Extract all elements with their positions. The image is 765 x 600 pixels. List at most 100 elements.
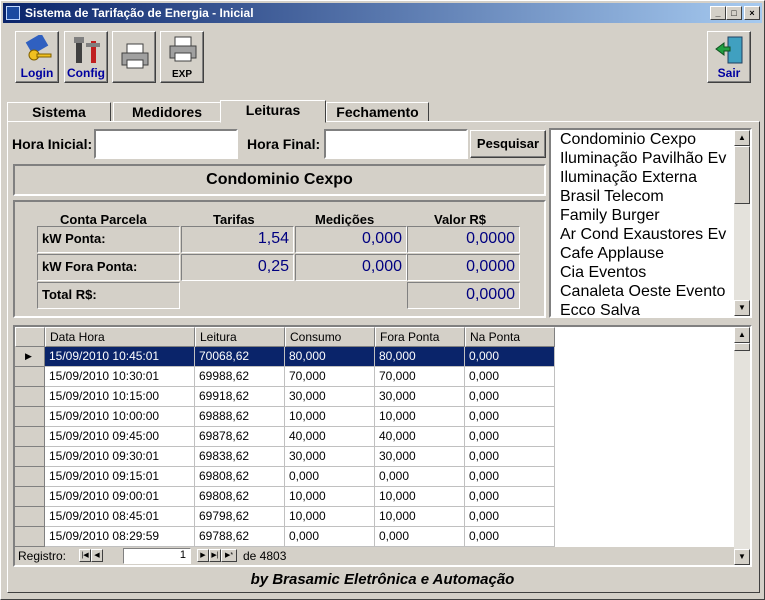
- cell-data-hora[interactable]: 15/09/2010 09:30:01: [45, 447, 195, 467]
- scroll-up-icon[interactable]: ▲: [734, 327, 750, 343]
- cell-consumo[interactable]: 40,000: [285, 427, 375, 447]
- print-button[interactable]: [112, 31, 156, 83]
- cell-data-hora[interactable]: 15/09/2010 10:45:01: [45, 347, 195, 367]
- col-header-data-hora[interactable]: Data Hora: [45, 327, 195, 347]
- cell-na-ponta[interactable]: 0,000: [465, 367, 555, 387]
- cell-leitura[interactable]: 69918,62: [195, 387, 285, 407]
- cell-na-ponta[interactable]: 0,000: [465, 507, 555, 527]
- new-record-icon[interactable]: ▶*: [221, 549, 237, 562]
- cell-consumo[interactable]: 30,000: [285, 387, 375, 407]
- tab-sistema[interactable]: Sistema: [7, 102, 111, 122]
- login-button[interactable]: Login: [15, 31, 59, 83]
- minimize-button[interactable]: _: [710, 6, 726, 20]
- cell-data-hora[interactable]: 15/09/2010 09:45:00: [45, 427, 195, 447]
- tab-medidores[interactable]: Medidores: [113, 102, 221, 122]
- scroll-down-icon[interactable]: ▼: [734, 300, 750, 316]
- cell-data-hora[interactable]: 15/09/2010 10:15:00: [45, 387, 195, 407]
- cell-consumo[interactable]: 0,000: [285, 527, 375, 547]
- row-indicator[interactable]: [15, 527, 45, 547]
- row-indicator[interactable]: [15, 487, 45, 507]
- first-record-icon[interactable]: |◀: [79, 549, 91, 562]
- next-record-icon[interactable]: ▶: [197, 549, 209, 562]
- cell-fora-ponta[interactable]: 0,000: [375, 467, 465, 487]
- cell-na-ponta[interactable]: 0,000: [465, 467, 555, 487]
- cell-leitura[interactable]: 69808,62: [195, 487, 285, 507]
- cell-leitura[interactable]: 69808,62: [195, 467, 285, 487]
- list-item[interactable]: Iluminação Pavilhão Ev: [551, 149, 735, 168]
- row-indicator[interactable]: [15, 427, 45, 447]
- cell-na-ponta[interactable]: 0,000: [465, 487, 555, 507]
- cell-consumo[interactable]: 0,000: [285, 467, 375, 487]
- cell-fora-ponta[interactable]: 30,000: [375, 447, 465, 467]
- col-header-leitura[interactable]: Leitura: [195, 327, 285, 347]
- cell-fora-ponta[interactable]: 40,000: [375, 427, 465, 447]
- row-indicator[interactable]: [15, 367, 45, 387]
- cell-data-hora[interactable]: 15/09/2010 08:45:01: [45, 507, 195, 527]
- list-item[interactable]: Iluminação Externa: [551, 168, 735, 187]
- cell-leitura[interactable]: 69888,62: [195, 407, 285, 427]
- cell-na-ponta[interactable]: 0,000: [465, 407, 555, 427]
- list-item[interactable]: Ar Cond Exaustores Ev: [551, 225, 735, 244]
- cell-na-ponta[interactable]: 0,000: [465, 447, 555, 467]
- scroll-thumb[interactable]: [734, 146, 750, 204]
- cell-consumo[interactable]: 80,000: [285, 347, 375, 367]
- scroll-down-icon[interactable]: ▼: [734, 549, 750, 565]
- list-item[interactable]: Ecco Salva: [551, 301, 735, 316]
- cell-na-ponta[interactable]: 0,000: [465, 387, 555, 407]
- grid-scrollbar[interactable]: ▲ ▼: [734, 327, 750, 565]
- last-record-icon[interactable]: ▶|: [209, 549, 221, 562]
- maximize-button[interactable]: □: [726, 6, 742, 20]
- cell-consumo[interactable]: 10,000: [285, 407, 375, 427]
- cell-data-hora[interactable]: 15/09/2010 10:00:00: [45, 407, 195, 427]
- cell-fora-ponta[interactable]: 30,000: [375, 387, 465, 407]
- meter-list-scrollbar[interactable]: ▲ ▼: [734, 130, 750, 316]
- hora-inicial-input[interactable]: [94, 129, 238, 159]
- tab-fechamento[interactable]: Fechamento: [326, 102, 429, 122]
- scroll-thumb[interactable]: [734, 343, 750, 351]
- cell-data-hora[interactable]: 15/09/2010 09:00:01: [45, 487, 195, 507]
- cell-leitura[interactable]: 69988,62: [195, 367, 285, 387]
- row-indicator[interactable]: [15, 407, 45, 427]
- cell-consumo[interactable]: 30,000: [285, 447, 375, 467]
- list-item[interactable]: Brasil Telecom: [551, 187, 735, 206]
- cell-leitura[interactable]: 69838,62: [195, 447, 285, 467]
- cell-fora-ponta[interactable]: 0,000: [375, 527, 465, 547]
- cell-consumo[interactable]: 10,000: [285, 487, 375, 507]
- row-indicator[interactable]: [15, 447, 45, 467]
- cell-data-hora[interactable]: 15/09/2010 09:15:01: [45, 467, 195, 487]
- cell-leitura[interactable]: 70068,62: [195, 347, 285, 367]
- cell-fora-ponta[interactable]: 80,000: [375, 347, 465, 367]
- list-item[interactable]: Cafe Applause: [551, 244, 735, 263]
- tab-leituras[interactable]: Leituras: [220, 100, 326, 123]
- cell-consumo[interactable]: 10,000: [285, 507, 375, 527]
- cell-fora-ponta[interactable]: 10,000: [375, 487, 465, 507]
- prev-record-icon[interactable]: ◀: [91, 549, 103, 562]
- col-header-fora-ponta[interactable]: Fora Ponta: [375, 327, 465, 347]
- meter-listbox[interactable]: Condominio Cexpo Iluminação Pavilhão Ev …: [549, 128, 752, 318]
- col-header-na-ponta[interactable]: Na Ponta: [465, 327, 555, 347]
- list-item[interactable]: Family Burger: [551, 206, 735, 225]
- cell-leitura[interactable]: 69878,62: [195, 427, 285, 447]
- row-indicator[interactable]: [15, 387, 45, 407]
- row-indicator[interactable]: [15, 467, 45, 487]
- cell-fora-ponta[interactable]: 10,000: [375, 507, 465, 527]
- cell-leitura[interactable]: 69788,62: [195, 527, 285, 547]
- cell-na-ponta[interactable]: 0,000: [465, 427, 555, 447]
- cell-consumo[interactable]: 70,000: [285, 367, 375, 387]
- hora-final-input[interactable]: [324, 129, 468, 159]
- list-item[interactable]: Canaleta Oeste Evento: [551, 282, 735, 301]
- cell-na-ponta[interactable]: 0,000: [465, 347, 555, 367]
- cell-data-hora[interactable]: 15/09/2010 10:30:01: [45, 367, 195, 387]
- cell-fora-ponta[interactable]: 70,000: [375, 367, 465, 387]
- record-number-input[interactable]: 1: [123, 548, 191, 564]
- list-item[interactable]: Condominio Cexpo: [551, 130, 735, 149]
- row-indicator[interactable]: [15, 507, 45, 527]
- scroll-up-icon[interactable]: ▲: [734, 130, 750, 146]
- col-header-consumo[interactable]: Consumo: [285, 327, 375, 347]
- cell-data-hora[interactable]: 15/09/2010 08:29:59: [45, 527, 195, 547]
- sair-button[interactable]: Sair: [707, 31, 751, 83]
- current-row-indicator[interactable]: ▶: [15, 347, 45, 367]
- cell-fora-ponta[interactable]: 10,000: [375, 407, 465, 427]
- close-button[interactable]: ×: [744, 6, 760, 20]
- export-button[interactable]: EXP: [160, 31, 204, 83]
